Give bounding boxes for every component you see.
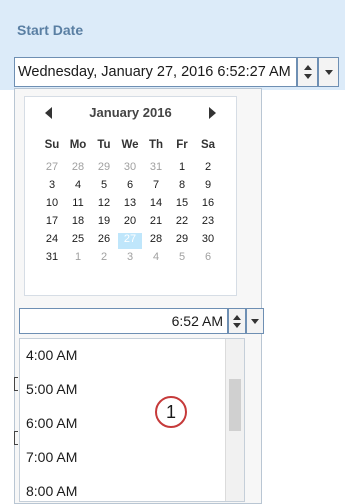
time-options-list: 4:00 AM 5:00 AM 6:00 AM 7:00 AM 8:00 AM — [19, 338, 245, 502]
time-option[interactable]: 6:00 AM — [26, 415, 77, 431]
calendar-day[interactable]: 4 — [144, 251, 168, 267]
spin-down-icon — [233, 323, 241, 328]
calendar-day[interactable]: 1 — [66, 251, 90, 267]
calendar-day[interactable]: 26 — [92, 233, 116, 249]
weekday-header: Th — [148, 139, 164, 151]
calendar-day[interactable]: 15 — [170, 197, 194, 213]
calendar-day[interactable]: 28 — [144, 233, 168, 249]
calendar-day[interactable]: 6 — [196, 251, 220, 267]
time-dropdown-button[interactable] — [246, 308, 264, 334]
calendar-day[interactable]: 3 — [118, 251, 142, 267]
background-checkbox-edge — [14, 377, 18, 391]
weekday-header: Mo — [69, 139, 87, 151]
calendar-day[interactable]: 6 — [118, 179, 142, 195]
calendar-day[interactable]: 2 — [92, 251, 116, 267]
weekday-header: Sa — [200, 139, 216, 151]
calendar-day[interactable]: 4 — [66, 179, 90, 195]
calendar-day[interactable]: 14 — [144, 197, 168, 213]
calendar-day[interactable]: 16 — [196, 197, 220, 213]
time-option[interactable]: 8:00 AM — [26, 483, 77, 499]
next-month-icon[interactable] — [209, 107, 216, 119]
calendar-day[interactable]: 31 — [144, 161, 168, 177]
time-list-scrollbar[interactable] — [225, 339, 244, 501]
start-date-label: Start Date — [17, 22, 84, 38]
calendar-day[interactable]: 28 — [66, 161, 90, 177]
calendar-day[interactable]: 27 — [40, 161, 64, 177]
datetime-dropdown-button[interactable] — [318, 57, 339, 87]
calendar-day[interactable]: 31 — [40, 251, 64, 267]
calendar-day[interactable]: 5 — [92, 179, 116, 195]
calendar-day[interactable]: 3 — [40, 179, 64, 195]
month-label[interactable]: January 2016 — [25, 105, 236, 125]
calendar-day[interactable]: 22 — [170, 215, 194, 231]
weekday-header: Su — [44, 139, 60, 151]
time-input[interactable]: 6:52 AM — [19, 308, 228, 334]
calendar-day[interactable]: 21 — [144, 215, 168, 231]
calendar-day[interactable]: 19 — [92, 215, 116, 231]
calendar-day[interactable]: 23 — [196, 215, 220, 231]
weekday-header: Fr — [176, 139, 188, 151]
calendar-day[interactable]: 18 — [66, 215, 90, 231]
scrollbar-thumb[interactable] — [229, 379, 241, 431]
calendar-day[interactable]: 8 — [170, 179, 194, 195]
calendar-day[interactable]: 24 — [40, 233, 64, 249]
weekday-header: Tu — [97, 139, 111, 151]
dropdown-arrow-icon — [251, 319, 259, 324]
start-date-input[interactable]: Wednesday, January 27, 2016 6:52:27 AM — [14, 57, 297, 87]
dropdown-arrow-icon — [324, 70, 333, 75]
calendar-day-selected[interactable]: 27 — [118, 233, 142, 249]
calendar-day[interactable]: 2 — [196, 161, 220, 177]
calendar: January 2016 Su Mo Tu We Th Fr Sa 27 28 29 30 31 1 2 3… — [24, 96, 237, 296]
time-option[interactable]: 5:00 AM — [26, 381, 77, 397]
datetime-spin-button[interactable] — [297, 57, 318, 87]
calendar-day[interactable]: 25 — [66, 233, 90, 249]
calendar-day[interactable]: 10 — [40, 197, 64, 213]
callout-marker: 1 — [155, 396, 187, 428]
spin-up-icon — [233, 315, 241, 320]
calendar-day[interactable]: 17 — [40, 215, 64, 231]
calendar-day[interactable]: 12 — [92, 197, 116, 213]
calendar-day[interactable]: 29 — [170, 233, 194, 249]
calendar-day[interactable]: 7 — [144, 179, 168, 195]
calendar-day[interactable]: 9 — [196, 179, 220, 195]
calendar-day[interactable]: 13 — [118, 197, 142, 213]
calendar-day[interactable]: 5 — [170, 251, 194, 267]
calendar-day[interactable]: 30 — [118, 161, 142, 177]
calendar-day[interactable]: 29 — [92, 161, 116, 177]
time-option[interactable]: 4:00 AM — [26, 347, 77, 363]
calendar-day[interactable]: 11 — [66, 197, 90, 213]
background-checkbox-edge — [14, 431, 18, 445]
spin-up-icon — [303, 65, 312, 70]
spin-down-icon — [303, 74, 312, 79]
calendar-day[interactable]: 20 — [118, 215, 142, 231]
calendar-day[interactable]: 1 — [170, 161, 194, 177]
calendar-day[interactable]: 30 — [196, 233, 220, 249]
weekday-header: We — [121, 139, 139, 151]
time-spin-button[interactable] — [228, 308, 246, 334]
time-option[interactable]: 7:00 AM — [26, 449, 77, 465]
